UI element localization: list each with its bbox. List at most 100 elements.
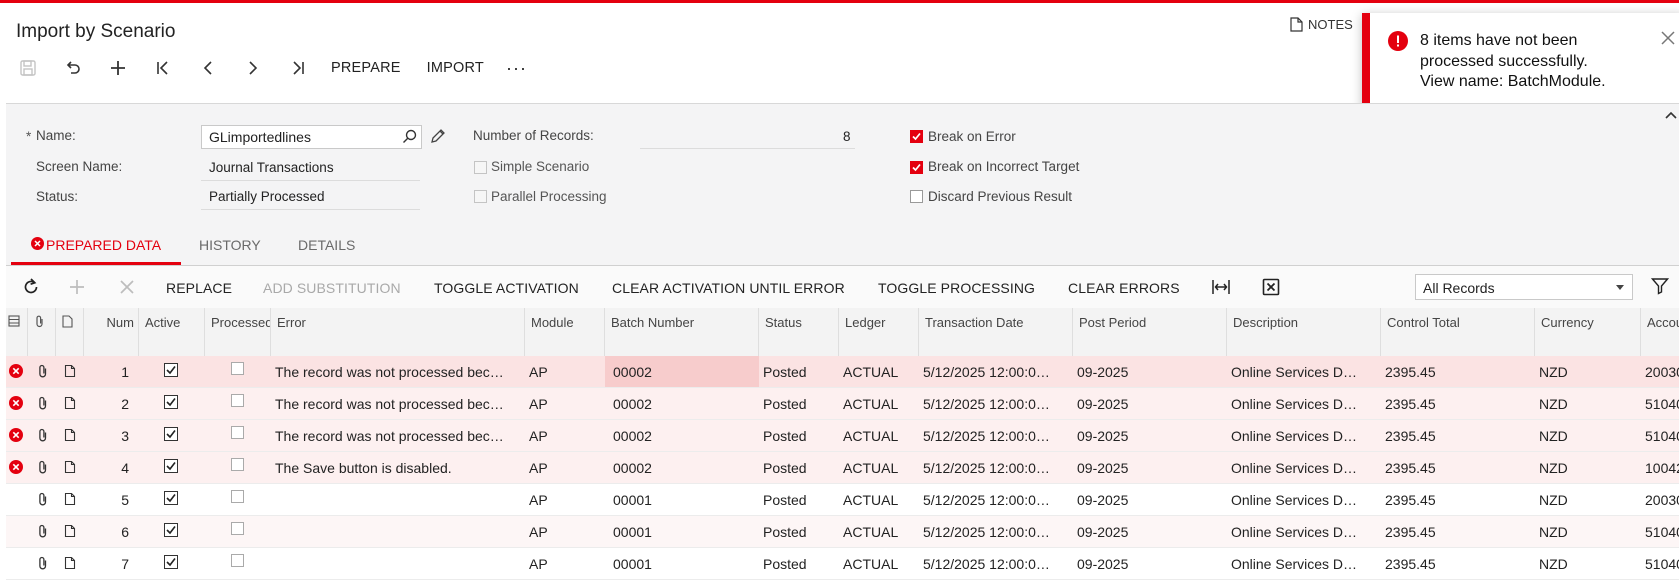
cell-desc[interactable]: Online Services D… (1231, 356, 1381, 387)
first-record-icon[interactable] (151, 56, 175, 80)
edit-pencil-icon[interactable] (430, 128, 446, 144)
fit-columns-icon[interactable] (1211, 277, 1231, 297)
delete-row-icon[interactable] (117, 277, 137, 297)
more-actions-button[interactable]: ··· (506, 58, 527, 79)
cell-period[interactable]: 09-2025 (1077, 420, 1227, 451)
cell-total[interactable]: 2395.45 (1385, 420, 1535, 451)
cell-status[interactable]: Posted (763, 420, 839, 451)
cell-module[interactable]: AP (529, 388, 605, 419)
active-checkbox[interactable] (164, 491, 178, 505)
cell-error[interactable]: The record was not processed bec… (275, 388, 523, 419)
cell-desc[interactable]: Online Services D… (1231, 388, 1381, 419)
processed-checkbox[interactable] (231, 426, 245, 440)
cell-currency[interactable]: NZD (1539, 548, 1639, 579)
toggle-activation-button[interactable]: TOGGLE ACTIVATION (434, 280, 579, 296)
header-transaction-date[interactable]: Transaction Date (919, 308, 1073, 356)
cell-total[interactable]: 2395.45 (1385, 388, 1535, 419)
cell-module[interactable]: AP (529, 548, 605, 579)
header-currency[interactable]: Currency (1535, 308, 1641, 356)
header-post-period[interactable]: Post Period (1073, 308, 1227, 356)
note-icon[interactable] (63, 492, 77, 506)
paperclip-icon[interactable] (36, 556, 50, 570)
header-error[interactable]: Error (271, 308, 525, 356)
cell-num[interactable]: 4 (84, 452, 139, 483)
clear-activation-button[interactable]: CLEAR ACTIVATION UNTIL ERROR (612, 280, 845, 296)
replace-button[interactable]: REPLACE (166, 280, 232, 296)
cell-account[interactable]: 51040 (1645, 548, 1679, 579)
cell-desc[interactable]: Online Services D… (1231, 548, 1381, 579)
cell-num[interactable]: 3 (84, 420, 139, 451)
cell-error[interactable]: The record was not processed bec… (275, 356, 523, 387)
cell-error[interactable] (275, 484, 523, 515)
previous-record-icon[interactable] (196, 56, 220, 80)
cell-period[interactable]: 09-2025 (1077, 548, 1227, 579)
cell-desc[interactable]: Online Services D… (1231, 484, 1381, 515)
cell-currency[interactable]: NZD (1539, 516, 1639, 547)
cell-module[interactable]: AP (529, 452, 605, 483)
note-icon[interactable] (63, 524, 77, 538)
cell-date[interactable]: 5/12/2025 12:00:0… (923, 388, 1073, 419)
tab-details[interactable]: DETAILS (298, 237, 355, 253)
note-icon[interactable] (63, 556, 77, 570)
paperclip-icon[interactable] (36, 396, 50, 410)
cell-account[interactable]: 51040 (1645, 516, 1679, 547)
header-select-column[interactable] (6, 308, 28, 356)
row-error-icon[interactable] (9, 364, 23, 378)
active-checkbox[interactable] (164, 427, 178, 441)
cell-ledger[interactable]: ACTUAL (843, 420, 919, 451)
clear-errors-button[interactable]: CLEAR ERRORS (1068, 280, 1180, 296)
active-checkbox[interactable] (164, 555, 178, 569)
cell-period[interactable]: 09-2025 (1077, 484, 1227, 515)
cell-currency[interactable]: NZD (1539, 388, 1639, 419)
table-row[interactable]: 7 AP 00001 Posted ACTUAL 5/12/2025 12:00:0… 09… (6, 548, 1679, 580)
cell-period[interactable]: 09-2025 (1077, 388, 1227, 419)
cell-period[interactable]: 09-2025 (1077, 356, 1227, 387)
break-on-target-checkbox[interactable] (910, 161, 923, 174)
header-active[interactable]: Active (139, 308, 205, 356)
header-batch-number[interactable]: Batch Number (605, 308, 759, 356)
table-row[interactable]: 5 AP 00001 Posted ACTUAL 5/12/2025 12:00:0… 09… (6, 484, 1679, 516)
header-control-total[interactable]: Control Total (1381, 308, 1535, 356)
active-checkbox[interactable] (164, 395, 178, 409)
cell-account[interactable]: 51040 (1645, 388, 1679, 419)
cell-total[interactable]: 2395.45 (1385, 452, 1535, 483)
cell-date[interactable]: 5/12/2025 12:00:0… (923, 484, 1073, 515)
filter-icon[interactable] (1651, 277, 1669, 295)
cell-currency[interactable]: NZD (1539, 420, 1639, 451)
cell-error[interactable]: The Save button is disabled. (275, 452, 523, 483)
discard-result-checkbox[interactable] (910, 190, 923, 203)
cell-num[interactable]: 6 (84, 516, 139, 547)
cell-batch[interactable]: 00001 (605, 484, 759, 515)
cell-num[interactable]: 2 (84, 388, 139, 419)
cell-total[interactable]: 2395.45 (1385, 548, 1535, 579)
header-num[interactable]: Num (84, 308, 139, 356)
cell-period[interactable]: 09-2025 (1077, 452, 1227, 483)
header-module[interactable]: Module (525, 308, 605, 356)
row-error-icon[interactable] (9, 396, 23, 410)
cell-batch[interactable]: 00002 (605, 388, 759, 419)
next-record-icon[interactable] (241, 56, 265, 80)
header-attachment-column[interactable] (28, 308, 56, 356)
cell-ledger[interactable]: ACTUAL (843, 484, 919, 515)
header-status[interactable]: Status (759, 308, 839, 356)
records-filter-dropdown[interactable]: All Records (1415, 274, 1633, 300)
cell-ledger[interactable]: ACTUAL (843, 516, 919, 547)
break-on-error-checkbox[interactable] (910, 130, 923, 143)
paperclip-icon[interactable] (36, 428, 50, 442)
name-field[interactable]: GLimportedlines (201, 125, 422, 149)
header-ledger[interactable]: Ledger (839, 308, 919, 356)
header-note-column[interactable] (56, 308, 84, 356)
cell-date[interactable]: 5/12/2025 12:00:0… (923, 452, 1073, 483)
cell-account[interactable]: 10042 (1645, 452, 1679, 483)
cell-account[interactable]: 20030 (1645, 484, 1679, 515)
processed-checkbox[interactable] (231, 490, 245, 504)
paperclip-icon[interactable] (36, 524, 50, 538)
row-error-icon[interactable] (9, 460, 23, 474)
cell-ledger[interactable]: ACTUAL (843, 548, 919, 579)
save-icon[interactable] (16, 56, 40, 80)
cell-batch[interactable]: 00001 (605, 516, 759, 547)
row-error-icon[interactable] (9, 428, 23, 442)
note-icon[interactable] (63, 428, 77, 442)
note-icon[interactable] (63, 396, 77, 410)
active-checkbox[interactable] (164, 523, 178, 537)
